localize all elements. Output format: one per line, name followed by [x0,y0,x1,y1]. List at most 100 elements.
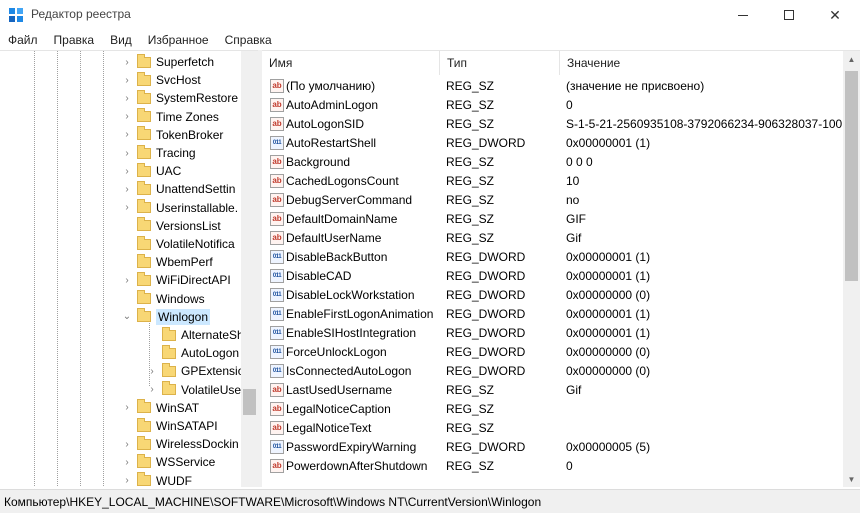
tree-item[interactable]: WbemPerf [121,253,213,271]
chevron-right-icon[interactable]: › [121,148,133,159]
dword-value-icon: 011 [270,345,284,359]
tree-item[interactable]: › TokenBroker [121,126,223,144]
tree-item-label: UAC [156,164,182,179]
tree-scroll-thumb[interactable] [243,389,256,415]
string-value-icon: ab [270,193,284,207]
value-name: EnableSIHostIntegration [286,326,417,340]
value-row[interactable]: ab AutoLogonSID REG_SZ S-1-5-21-2560935108-… [262,115,849,134]
tree-item[interactable]: › WirelessDockin [121,435,239,453]
chevron-right-icon[interactable]: › [121,75,133,86]
chevron-right-icon[interactable]: › [121,93,133,104]
value-row[interactable]: ab PowerdownAfterShutdown REG_SZ 0 [262,457,843,476]
chevron-right-icon[interactable]: › [121,402,133,413]
value-row[interactable]: 011 DisableLockWorkstation REG_DWORD 0x0000… [262,286,843,305]
chevron-right-icon[interactable]: › [121,166,133,177]
tree-item[interactable]: WinSATAPI [121,417,218,435]
registry-tree[interactable]: › Superfetch › SvcHost › SystemRestore › Time Z… [0,50,258,487]
value-row[interactable]: 011 AutoRestartShell REG_DWORD 0x00000001 (… [262,134,843,153]
tree-item-label: Winlogon [156,308,211,325]
tree-item[interactable]: › WSService [121,453,215,471]
folder-icon [137,180,151,195]
value-row[interactable]: ab (По умолчанию) REG_SZ (значение не присв… [262,77,843,96]
minimize-icon [738,14,748,16]
value-row[interactable]: 011 EnableFirstLogonAnimation REG_DWORD 0x0… [262,305,843,324]
close-button[interactable]: ✕ [812,0,858,30]
tree-item[interactable]: › WiFiDirectAPI [121,271,231,289]
chevron-down-icon[interactable]: ⌄ [121,311,133,322]
tree-guide-line [57,51,58,487]
folder-icon [137,126,151,141]
values-scroll-thumb[interactable] [845,71,858,281]
menu-favorites[interactable]: Избранное [140,30,217,50]
tree-item-label: WirelessDockin [156,437,239,452]
tree-item[interactable]: › SvcHost [121,71,201,89]
tree-item[interactable]: › UAC [121,162,181,180]
tree-item[interactable]: › UnattendSettin [121,180,235,198]
value-row[interactable]: 011 DisableCAD REG_DWORD 0x00000001 (1) [262,267,843,286]
value-row[interactable]: ab CachedLogonsCount REG_SZ 10 [262,172,843,191]
menu-file[interactable]: Файл [0,30,46,50]
minimize-button[interactable] [720,0,766,30]
tree-item[interactable]: › WinSAT [121,399,199,417]
scroll-up-icon[interactable]: ▲ [843,51,860,68]
menu-help[interactable]: Справка [217,30,280,50]
folder-icon [137,308,151,323]
tree-item[interactable]: VolatileNotifica [121,235,235,253]
tree-item[interactable]: › Tracing [121,144,196,162]
value-row[interactable]: 011 PasswordExpiryWarning REG_DWORD 0x00000… [262,438,843,457]
chevron-right-icon[interactable]: › [121,111,133,122]
chevron-right-icon[interactable]: › [121,184,133,195]
value-row[interactable]: ab LegalNoticeText REG_SZ [262,419,843,438]
value-row[interactable]: ab DefaultDomainName REG_SZ GIF [262,210,843,229]
tree-item[interactable]: › GPExtension [146,362,251,380]
column-header-type[interactable]: Тип [440,51,560,75]
tree-item[interactable]: › Superfetch [121,53,214,71]
value-data: 0 0 0 [566,155,593,169]
tree-item[interactable]: VersionsList [121,217,221,235]
maximize-button[interactable] [766,0,812,30]
tree-scrollbar[interactable] [241,51,258,487]
value-row[interactable]: ab Background REG_SZ 0 0 0 [262,153,843,172]
value-row[interactable]: 011 DisableBackButton REG_DWORD 0x00000001 … [262,248,843,267]
chevron-right-icon[interactable]: › [121,439,133,450]
dword-value-icon: 011 [270,250,284,264]
tree-item[interactable]: › SystemRestore [121,89,238,107]
values-list[interactable]: Имя Тип Значение ab (По умолчанию) REG_SZ(… [262,50,860,487]
value-row[interactable]: ab DebugServerCommand REG_SZ no [262,191,843,210]
value-row[interactable]: 011 IsConnectedAutoLogon REG_DWORD 0x000000… [262,362,843,381]
menu-view[interactable]: Вид [102,30,140,50]
values-scrollbar[interactable]: ▲ ▼ [843,51,860,487]
tree-item[interactable]: Windows [121,290,205,308]
chevron-right-icon[interactable]: › [146,366,158,377]
chevron-right-icon[interactable]: › [121,275,133,286]
chevron-right-icon[interactable]: › [121,457,133,468]
tree-item[interactable]: AutoLogon [146,344,239,362]
tree-item[interactable]: › Time Zones [121,108,219,126]
chevron-right-icon[interactable]: › [121,57,133,68]
value-type: REG_DWORD [446,364,526,378]
folder-icon [137,108,151,123]
tree-item[interactable]: › WUDF [121,472,192,487]
value-row[interactable]: 011 ForceUnlockLogon REG_DWORD 0x00000000 (… [262,343,843,362]
chevron-right-icon[interactable]: › [121,475,133,486]
value-row[interactable]: ab AutoAdminLogon REG_SZ 0 [262,96,843,115]
tree-item[interactable]: › Userinstallable. [121,199,238,217]
value-row[interactable]: ab LastUsedUsername REG_SZ Gif [262,381,843,400]
tree-item[interactable]: › VolatileUser [146,381,245,399]
value-row[interactable]: ab LegalNoticeCaption REG_SZ [262,400,843,419]
chevron-right-icon[interactable]: › [121,202,133,213]
chevron-right-icon[interactable]: › [146,384,158,395]
value-data: Gif [566,231,582,245]
value-row[interactable]: 011 EnableSIHostIntegration REG_DWORD 0x000… [262,324,843,343]
value-data: 0x00000000 (0) [566,345,651,359]
scroll-down-icon[interactable]: ▼ [843,471,860,487]
column-header-value[interactable]: Значение [560,51,843,75]
value-row[interactable]: ab DefaultUserName REG_SZ Gif [262,229,843,248]
tree-item[interactable]: AlternateSh [146,326,244,344]
chevron-right-icon[interactable]: › [121,129,133,140]
folder-icon [137,271,151,286]
menu-edit[interactable]: Правка [46,30,103,50]
folder-icon [137,472,151,487]
tree-item[interactable]: ⌄ Winlogon [121,308,211,326]
column-header-name[interactable]: Имя [262,51,440,75]
